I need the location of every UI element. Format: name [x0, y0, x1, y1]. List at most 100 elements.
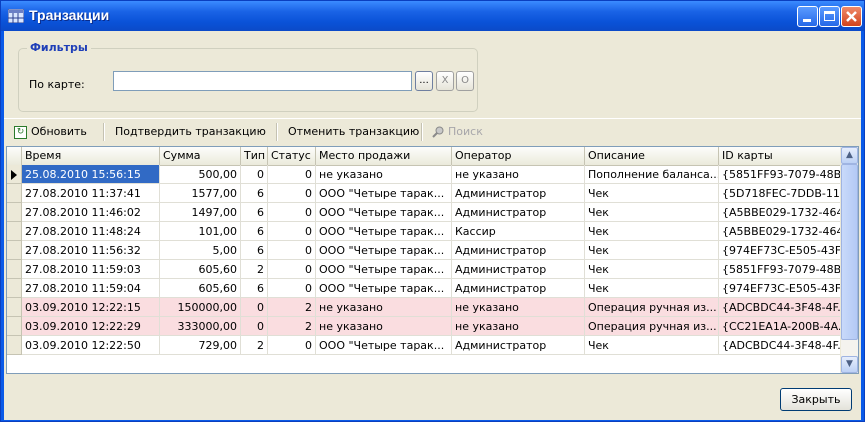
time-cell[interactable]: 27.08.2010 11:48:24: [22, 222, 160, 241]
operator-cell[interactable]: Администратор: [452, 279, 585, 298]
column-header[interactable]: Место продажи: [316, 147, 452, 165]
place-cell[interactable]: ООО "Четыре тарак...: [316, 222, 452, 241]
time-cell[interactable]: 03.09.2010 12:22:50: [22, 336, 160, 355]
table-row[interactable]: 27.08.2010 11:56:32 5,00 6 0 ООО "Четыре тар…: [7, 241, 858, 260]
card-id-cell[interactable]: {5851FF93-7079-48B...: [719, 260, 858, 279]
table-row[interactable]: 27.08.2010 11:59:04 605,60 6 0 ООО "Четыре т…: [7, 279, 858, 298]
description-cell[interactable]: Чек: [585, 241, 719, 260]
time-cell[interactable]: 27.08.2010 11:56:32: [22, 241, 160, 260]
type-cell[interactable]: 2: [241, 260, 268, 279]
operator-cell[interactable]: не указано: [452, 317, 585, 336]
status-cell[interactable]: 0: [268, 260, 316, 279]
time-cell[interactable]: 25.08.2010 15:56:15: [22, 165, 160, 184]
status-cell[interactable]: 0: [268, 279, 316, 298]
time-cell[interactable]: 03.09.2010 12:22:15: [22, 298, 160, 317]
sum-cell[interactable]: 605,60: [160, 260, 241, 279]
status-cell[interactable]: 2: [268, 317, 316, 336]
operator-cell[interactable]: Администратор: [452, 260, 585, 279]
place-cell[interactable]: ООО "Четыре тарак...: [316, 203, 452, 222]
row-header[interactable]: [7, 222, 22, 241]
cancel-transaction-button[interactable]: Отменить транзакцию: [288, 124, 419, 140]
sum-cell[interactable]: 333000,00: [160, 317, 241, 336]
card-id-cell[interactable]: {A5BBE029-1732-464...: [719, 203, 858, 222]
close-window-button[interactable]: [841, 6, 862, 27]
description-cell[interactable]: Чек: [585, 222, 719, 241]
type-cell[interactable]: 6: [241, 203, 268, 222]
operator-cell[interactable]: Администратор: [452, 184, 585, 203]
sum-cell[interactable]: 5,00: [160, 241, 241, 260]
status-cell[interactable]: 0: [268, 184, 316, 203]
card-id-cell[interactable]: {A5BBE029-1732-464...: [719, 222, 858, 241]
browse-card-button[interactable]: ...: [415, 71, 433, 91]
status-cell[interactable]: 0: [268, 222, 316, 241]
description-cell[interactable]: Пополнение баланса...: [585, 165, 719, 184]
card-filter-input[interactable]: [113, 71, 412, 91]
confirm-transaction-button[interactable]: Подтвердить транзакцию: [115, 124, 266, 140]
type-cell[interactable]: 0: [241, 317, 268, 336]
table-row[interactable]: 27.08.2010 11:59:03 605,60 2 0 ООО "Четыре т…: [7, 260, 858, 279]
scroll-up-button[interactable]: ▲: [841, 147, 858, 164]
scroll-down-button[interactable]: ▼: [841, 356, 858, 373]
card-id-cell[interactable]: {974EF73C-E505-43F...: [719, 241, 858, 260]
reset-card-button[interactable]: O: [456, 71, 474, 91]
operator-cell[interactable]: Администратор: [452, 203, 585, 222]
status-cell[interactable]: 0: [268, 336, 316, 355]
sum-cell[interactable]: 1577,00: [160, 184, 241, 203]
row-header[interactable]: [7, 336, 22, 355]
column-header[interactable]: Сумма: [160, 147, 241, 165]
operator-cell[interactable]: не указано: [452, 165, 585, 184]
close-button[interactable]: Закрыть: [780, 388, 852, 411]
card-id-cell[interactable]: {ADCBDC44-3F48-4F...: [719, 298, 858, 317]
operator-cell[interactable]: не указано: [452, 298, 585, 317]
description-cell[interactable]: Чек: [585, 203, 719, 222]
operator-cell[interactable]: Администратор: [452, 241, 585, 260]
status-cell[interactable]: 0: [268, 241, 316, 260]
time-cell[interactable]: 27.08.2010 11:46:02: [22, 203, 160, 222]
place-cell[interactable]: ООО "Четыре тарак...: [316, 260, 452, 279]
place-cell[interactable]: ООО "Четыре тарак...: [316, 241, 452, 260]
table-row[interactable]: 25.08.2010 15:56:15 500,00 0 0 не указано не …: [7, 165, 858, 184]
column-header[interactable]: ID карты: [719, 147, 858, 165]
type-cell[interactable]: 2: [241, 336, 268, 355]
clear-card-button[interactable]: X: [436, 71, 454, 91]
description-cell[interactable]: Чек: [585, 184, 719, 203]
type-cell[interactable]: 6: [241, 279, 268, 298]
column-header[interactable]: Оператор: [452, 147, 585, 165]
maximize-button[interactable]: [819, 6, 840, 27]
description-cell[interactable]: Чек: [585, 260, 719, 279]
place-cell[interactable]: ООО "Четыре тарак...: [316, 279, 452, 298]
row-header[interactable]: [7, 203, 22, 222]
card-id-cell[interactable]: {ADCBDC44-3F48-4F...: [719, 336, 858, 355]
table-row[interactable]: 03.09.2010 12:22:15 150000,00 0 2 не указано…: [7, 298, 858, 317]
search-button[interactable]: Поиск: [432, 124, 483, 140]
table-row[interactable]: 03.09.2010 12:22:29 333000,00 0 2 не указано…: [7, 317, 858, 336]
column-header[interactable]: Статус: [268, 147, 316, 165]
sum-cell[interactable]: 1497,00: [160, 203, 241, 222]
row-header[interactable]: [7, 241, 22, 260]
row-header[interactable]: [7, 184, 22, 203]
row-header[interactable]: [7, 317, 22, 336]
status-cell[interactable]: 0: [268, 203, 316, 222]
table-row[interactable]: 27.08.2010 11:48:24 101,00 6 0 ООО "Четыре т…: [7, 222, 858, 241]
time-cell[interactable]: 03.09.2010 12:22:29: [22, 317, 160, 336]
time-cell[interactable]: 27.08.2010 11:59:04: [22, 279, 160, 298]
type-cell[interactable]: 0: [241, 298, 268, 317]
type-cell[interactable]: 0: [241, 165, 268, 184]
sum-cell[interactable]: 150000,00: [160, 298, 241, 317]
table-row[interactable]: 27.08.2010 11:37:41 1577,00 6 0 ООО "Четыре …: [7, 184, 858, 203]
description-cell[interactable]: Чек: [585, 336, 719, 355]
sum-cell[interactable]: 101,00: [160, 222, 241, 241]
table-row[interactable]: 03.09.2010 12:22:50 729,00 2 0 ООО "Четыре т…: [7, 336, 858, 355]
card-id-cell[interactable]: {5851FF93-7079-48B...: [719, 165, 858, 184]
transactions-table[interactable]: Время Сумма Тип Статус Место продажи Оператор…: [6, 146, 859, 374]
description-cell[interactable]: Чек: [585, 279, 719, 298]
place-cell[interactable]: не указано: [316, 317, 452, 336]
operator-cell[interactable]: Администратор: [452, 336, 585, 355]
refresh-button[interactable]: ↻ Обновить: [14, 124, 87, 140]
column-header[interactable]: Время: [22, 147, 160, 165]
description-cell[interactable]: Операция ручная из...: [585, 298, 719, 317]
place-cell[interactable]: ООО "Четыре тарак...: [316, 336, 452, 355]
title-bar[interactable]: Транзакции: [1, 1, 864, 31]
card-id-cell[interactable]: {CC21EA1A-200B-4A...: [719, 317, 858, 336]
status-cell[interactable]: 0: [268, 165, 316, 184]
